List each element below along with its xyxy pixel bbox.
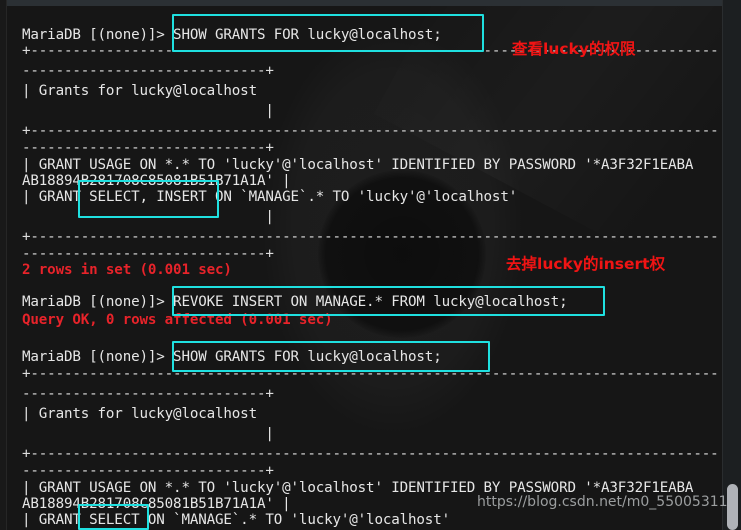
console-line: | GRANT USAGE ON *.* TO 'lucky'@'localho… bbox=[22, 157, 694, 173]
console-line: | Grants for lucky@localhost bbox=[22, 406, 257, 422]
console-line: 2 rows in set (0.001 sec) bbox=[22, 262, 232, 278]
hl-select-only bbox=[78, 504, 149, 530]
annot-view-grants: 查看lucky的权限 bbox=[512, 40, 636, 58]
console-line: | bbox=[22, 103, 274, 119]
hl-select-insert bbox=[78, 180, 219, 218]
console-line: AB18894B281708C85081B51B71A1A' | bbox=[22, 496, 291, 512]
console-line: +---------------------------------------… bbox=[22, 229, 719, 245]
console-line: +---------------------------------------… bbox=[22, 123, 719, 139]
hl-show-grants-2 bbox=[172, 341, 490, 372]
console-line: -----------------------------+ bbox=[22, 140, 274, 156]
console-line: -----------------------------+ bbox=[22, 63, 274, 79]
console-line: | bbox=[22, 426, 274, 442]
console-line: -----------------------------+ bbox=[22, 386, 274, 402]
console-line: -----------------------------+ bbox=[22, 246, 274, 262]
console-line: -----------------------------+ bbox=[22, 463, 274, 479]
console-line: | Grants for lucky@localhost bbox=[22, 83, 257, 99]
annot-revoke-insert: 去掉lucky的insert权 bbox=[506, 255, 666, 273]
hl-revoke-insert bbox=[172, 286, 605, 316]
csdn-watermark: https://blog.csdn.net/m0_55005311 bbox=[477, 494, 728, 510]
terminal-window: MariaDB [(none)]> SHOW GRANTS FOR lucky@… bbox=[0, 0, 741, 530]
hl-show-grants-1 bbox=[172, 14, 484, 52]
console-line: +---------------------------------------… bbox=[22, 446, 719, 462]
